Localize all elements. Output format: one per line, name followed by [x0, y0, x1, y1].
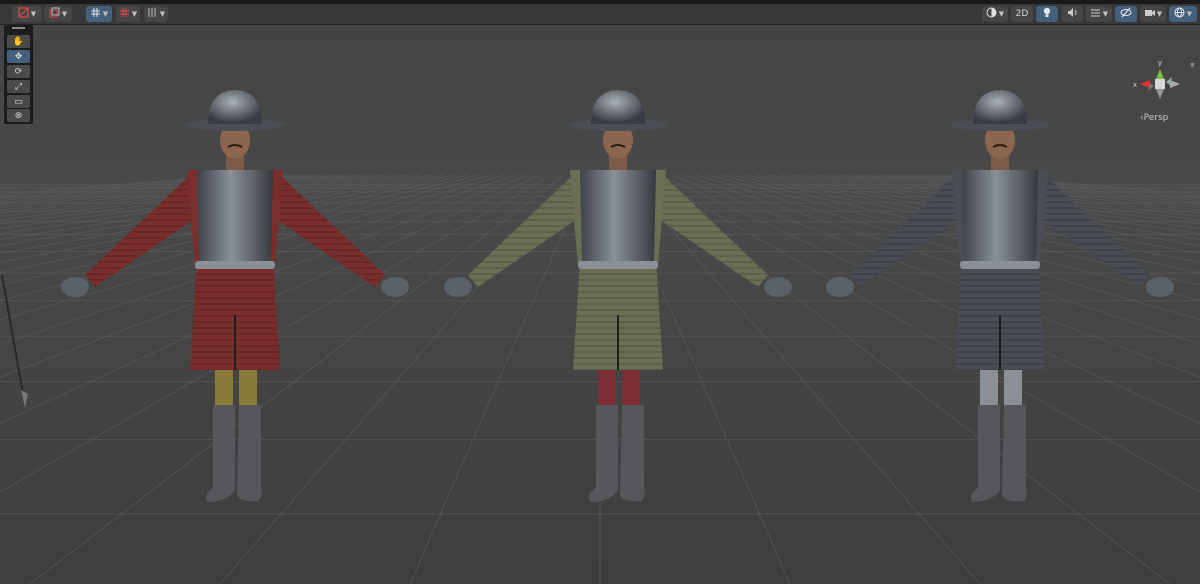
- grid-icon: [119, 7, 130, 21]
- gizmo-center-cube[interactable]: [1155, 79, 1165, 89]
- draw-mode-dropdown[interactable]: ▼: [12, 6, 42, 22]
- move-arrows-icon: ✥: [14, 51, 23, 62]
- audio-toggle[interactable]: [1061, 6, 1083, 22]
- lightbulb-icon: [1042, 7, 1052, 21]
- projection-toggle[interactable]: ‹Persp: [1140, 113, 1168, 123]
- effects-icon: [1090, 7, 1101, 21]
- transform-tool-button[interactable]: ⊛: [7, 109, 30, 122]
- rotate-tool-button[interactable]: ⟳: [7, 65, 30, 78]
- gizmos-dropdown[interactable]: ▼: [1169, 6, 1197, 22]
- hand-tool-button[interactable]: ✋: [7, 35, 30, 48]
- grid-snap-toggle[interactable]: ▼: [86, 6, 112, 22]
- cube-stack-icon: [49, 7, 60, 21]
- transform-icon: ⊛: [14, 110, 23, 121]
- shaded-cube-icon: [18, 7, 29, 21]
- x-axis-cone-icon[interactable]: [1140, 80, 1150, 88]
- scale-icon: ⤢: [14, 81, 23, 92]
- render-paths-dropdown[interactable]: ▼: [44, 6, 72, 22]
- svg-text:≡: ≡: [1190, 61, 1194, 69]
- hand-icon: ✋: [12, 36, 25, 47]
- sphere-icon: [986, 7, 997, 21]
- bars-icon: [147, 7, 158, 21]
- shading-mode-dropdown[interactable]: ▼: [982, 6, 1008, 22]
- scene-render: [0, 25, 1200, 584]
- scale-tool-button[interactable]: ⤢: [7, 80, 30, 93]
- overlay-handle[interactable]: [12, 27, 25, 29]
- mode-2d-label: 2D: [1015, 9, 1029, 19]
- camera-dropdown[interactable]: ▼: [1140, 6, 1166, 22]
- globe-icon: [1174, 7, 1185, 21]
- rotate-icon: ⟳: [14, 66, 23, 77]
- speaker-icon: [1067, 7, 1078, 21]
- character-models: [61, 90, 1174, 502]
- hidden-objects-toggle[interactable]: [1115, 6, 1137, 22]
- gizmo-x-label: x: [1133, 81, 1137, 89]
- move-tool-button[interactable]: ✥: [7, 50, 30, 63]
- gizmo-y-label: y: [1158, 59, 1162, 67]
- y-axis-cone-icon[interactable]: [1156, 69, 1164, 79]
- effects-dropdown[interactable]: ▼: [1086, 6, 1112, 22]
- lighting-toggle[interactable]: [1036, 6, 1058, 22]
- increment-snap-button[interactable]: ▼: [116, 6, 140, 22]
- tools-overlay: ✋ ✥ ⟳ ⤢ ▭ ⊛: [4, 25, 33, 124]
- rect-icon: ▭: [14, 96, 23, 107]
- eye-slash-icon: [1120, 7, 1132, 21]
- rect-tool-button[interactable]: ▭: [7, 95, 30, 108]
- persp-label: Persp: [1143, 113, 1169, 123]
- grid-move-icon: [90, 7, 101, 21]
- overlays-button[interactable]: ▼: [144, 6, 168, 22]
- scene-viewport[interactable]: ✋ ✥ ⟳ ⤢ ▭ ⊛ y x ≡ ‹Persp: [0, 25, 1200, 584]
- mode-2d-button[interactable]: 2D: [1011, 6, 1033, 22]
- camera-icon: [1144, 7, 1155, 21]
- scene-toolbar: ▼ ▼ ▼ ▼ ▼ ▼ 2D ▼ ▼ ▼: [0, 4, 1200, 25]
